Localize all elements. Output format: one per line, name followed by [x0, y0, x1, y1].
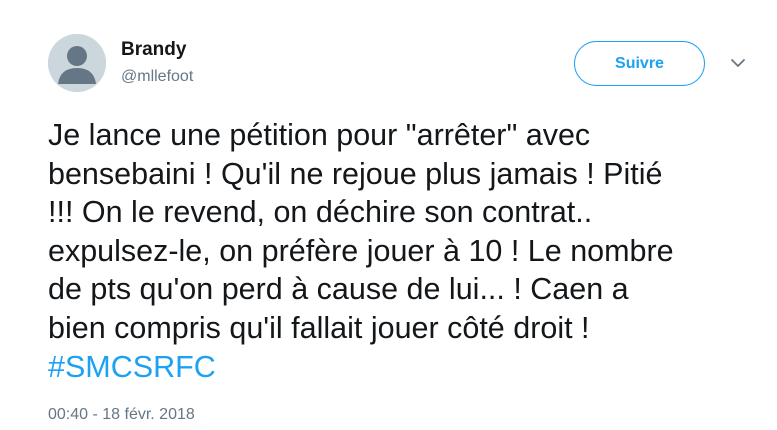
follow-button[interactable]: Suivre	[574, 41, 705, 86]
tweet-text: Je lance une pétition pour "arrêter" ave…	[48, 116, 753, 386]
tweet-text-line: bien compris qu'il fallait jouer côté dr…	[48, 310, 590, 345]
tweet-card: Brandy @mllefoot Suivre Je lance une pét…	[0, 0, 777, 430]
chevron-down-icon[interactable]	[729, 56, 747, 70]
tweet-text-line: !!! On le revend, on déchire son contrat…	[48, 195, 593, 230]
author-handle[interactable]: @mllefoot	[121, 66, 193, 88]
hashtag-link[interactable]: #SMCSRFC	[48, 350, 216, 384]
tweet-text-line: bensebaini ! Qu'il ne rejoue plus jamais…	[48, 156, 663, 191]
tweet-timestamp[interactable]: 00:40 - 18 févr. 2018	[48, 404, 195, 426]
tweet-text-line: de pts qu'on perd à cause de lui... ! Ca…	[48, 272, 629, 307]
author-name[interactable]: Brandy	[121, 38, 186, 62]
tweet-text-line: Je lance une pétition pour "arrêter" ave…	[48, 118, 591, 152]
tweet-text-line: expulsez-le, on préfère jouer à 10 ! Le …	[48, 233, 674, 268]
default-user-avatar-icon	[48, 34, 106, 92]
avatar[interactable]	[48, 34, 106, 92]
